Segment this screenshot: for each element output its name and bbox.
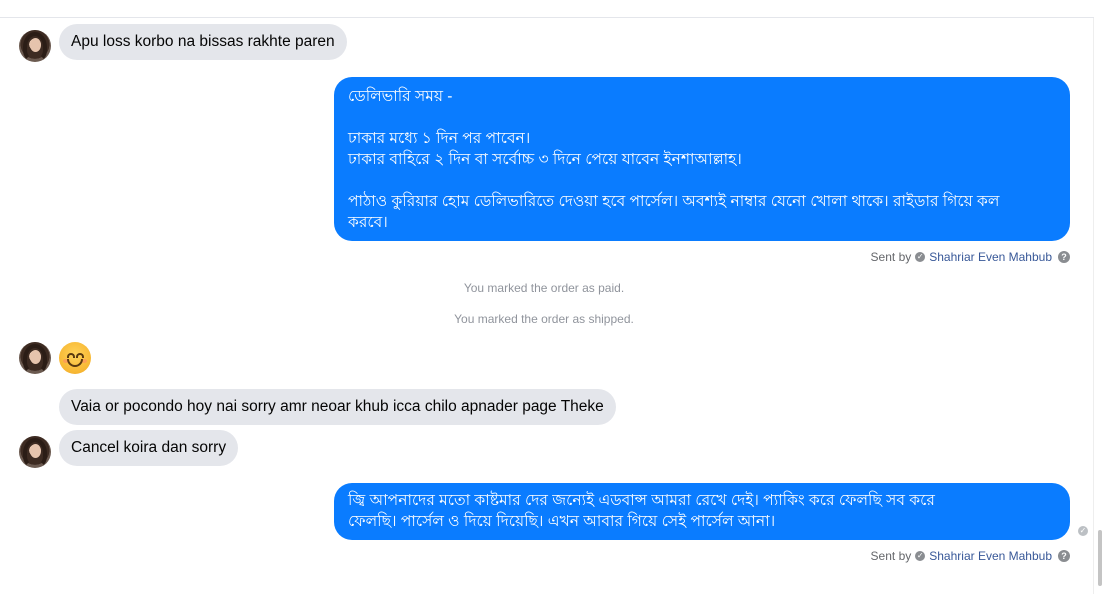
check-circle-icon: ✓ [915, 551, 926, 561]
smiling-face-emoji[interactable] [59, 342, 91, 374]
contact-avatar[interactable] [19, 436, 51, 468]
sent-by-prefix: Sent by [870, 549, 912, 563]
order-status-paid: You marked the order as paid. [463, 281, 625, 295]
scrollbar-thumb[interactable] [1098, 530, 1102, 586]
check-circle-icon: ✓ [915, 252, 926, 262]
message-line: জ্বি আপনাদের মতো কাষ্টমার দের জন্যেই এডব… [348, 492, 935, 509]
top-divider [0, 17, 1094, 18]
help-circle-icon[interactable]: ? [1058, 550, 1070, 562]
message-line: ডেলিভারি সময় - [348, 88, 453, 105]
message-line [348, 170, 1056, 191]
outgoing-message[interactable]: জ্বি আপনাদের মতো কাষ্টমার দের জন্যেই এডব… [334, 483, 1070, 540]
sent-by-info: Sent by ✓ Shahriar Even Mahbub ? [871, 250, 1070, 264]
contact-avatar[interactable] [19, 342, 51, 374]
help-circle-icon[interactable]: ? [1058, 251, 1070, 263]
message-line: পাঠাও কুরিয়ার হোম ডেলিভারিতে দেওয়া হবে… [348, 193, 1000, 210]
message-line: ঢাকার বাহিরে ২ দিন বা সর্বোচ্চ ৩ দিনে পে… [348, 151, 742, 168]
sender-name-link[interactable]: Shahriar Even Mahbub [929, 250, 1052, 264]
incoming-message[interactable]: Apu loss korbo na bissas rakhte paren [59, 24, 347, 60]
incoming-message[interactable]: Cancel koira dan sorry [59, 430, 239, 466]
message-line [348, 107, 1056, 128]
seen-check-icon: ✓ [1078, 526, 1088, 536]
message-line: ফেলছি। পার্সেল ও দিয়ে দিয়েছি। এখন আবার… [348, 513, 776, 530]
sender-name-link[interactable]: Shahriar Even Mahbub [929, 549, 1052, 563]
message-line: করবে। [348, 214, 388, 231]
scrollbar[interactable] [1093, 18, 1104, 594]
sent-by-info: Sent by ✓ Shahriar Even Mahbub ? [871, 549, 1070, 563]
message-line: ঢাকার মধ্যে ১ দিন পর পাবেন। [348, 130, 531, 147]
order-status-shipped: You marked the order as shipped. [454, 312, 634, 326]
incoming-message[interactable]: Vaia or pocondo hoy nai sorry amr neoar … [59, 389, 616, 425]
sent-by-prefix: Sent by [870, 250, 912, 264]
outgoing-message[interactable]: ডেলিভারি সময় - ঢাকার মধ্যে ১ দিন পর পাব… [334, 77, 1070, 241]
contact-avatar[interactable] [19, 30, 51, 62]
